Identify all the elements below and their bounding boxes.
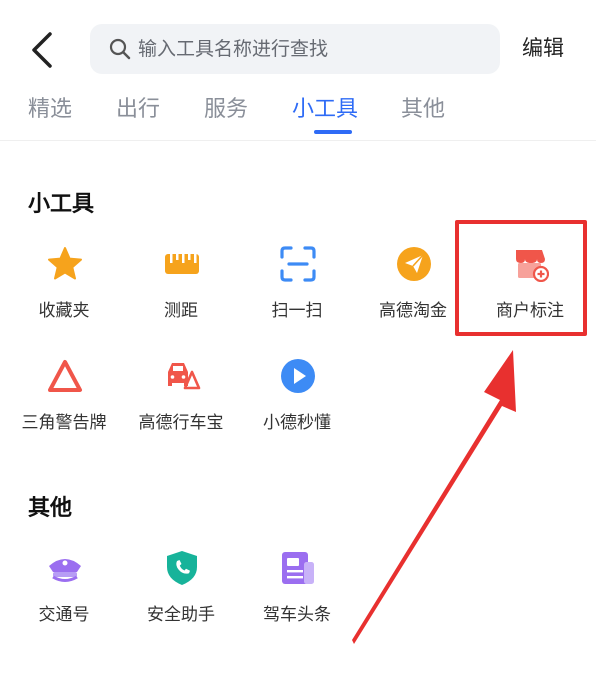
tab-tools[interactable]: 小工具 bbox=[292, 90, 358, 130]
tool-label: 安全助手 bbox=[147, 605, 215, 625]
tool-label: 交通号 bbox=[38, 605, 90, 625]
car-warning-icon bbox=[168, 363, 201, 390]
shield-phone-icon bbox=[167, 551, 197, 585]
tab-other[interactable]: 其他 bbox=[401, 90, 445, 130]
police-cap-icon bbox=[49, 559, 81, 582]
search-icon bbox=[109, 38, 131, 60]
tool-driving-assistant[interactable]: 高德行车宝 bbox=[123, 358, 239, 448]
edit-button[interactable]: 编辑 bbox=[522, 28, 564, 68]
tool-safety-assistant[interactable]: 安全助手 bbox=[123, 550, 239, 640]
section-title-other: 其他 bbox=[28, 496, 73, 521]
highlight-box bbox=[455, 220, 587, 336]
star-icon bbox=[48, 247, 82, 280]
active-tab-indicator bbox=[314, 130, 352, 134]
tab-services[interactable]: 服务 bbox=[204, 90, 248, 130]
back-arrow-icon[interactable] bbox=[26, 30, 62, 70]
tool-driving-news[interactable]: 驾车头条 bbox=[239, 550, 355, 640]
pointer-arrow-icon bbox=[352, 350, 516, 644]
tool-ruler[interactable]: 测距 bbox=[123, 246, 239, 336]
tool-scan[interactable]: 扫一扫 bbox=[239, 246, 355, 336]
tool-favorites[interactable]: 收藏夹 bbox=[6, 246, 122, 336]
tool-label: 收藏夹 bbox=[38, 301, 90, 321]
search-input[interactable]: 输入工具名称进行查找 bbox=[90, 24, 500, 74]
warning-triangle-icon bbox=[48, 360, 82, 392]
tool-label: 扫一扫 bbox=[271, 301, 323, 321]
tool-label: 小德秒懂 bbox=[263, 413, 331, 433]
tool-quick-explain[interactable]: 小德秒懂 bbox=[239, 358, 355, 448]
tool-warning-triangle[interactable]: 三角警告牌 bbox=[6, 358, 122, 448]
divider bbox=[0, 140, 596, 141]
category-tabs: 精选 出行 服务 小工具 其他 bbox=[0, 90, 596, 140]
tool-label: 高德淘金 bbox=[379, 301, 447, 321]
paper-plane-icon bbox=[397, 247, 431, 281]
tool-label: 高德行车宝 bbox=[138, 413, 224, 433]
top-bar: 输入工具名称进行查找 编辑 bbox=[0, 0, 596, 96]
section-title-tools: 小工具 bbox=[28, 192, 95, 217]
search-placeholder: 输入工具名称进行查找 bbox=[138, 38, 329, 60]
tab-featured[interactable]: 精选 bbox=[28, 90, 72, 130]
news-icon bbox=[282, 552, 314, 584]
tab-travel[interactable]: 出行 bbox=[116, 90, 160, 130]
tool-traffic-account[interactable]: 交通号 bbox=[6, 550, 122, 640]
tool-label: 三角警告牌 bbox=[21, 413, 107, 433]
tool-label: 测距 bbox=[164, 301, 198, 321]
tool-label: 驾车头条 bbox=[263, 605, 331, 625]
ruler-icon bbox=[165, 254, 199, 274]
play-icon bbox=[281, 359, 315, 393]
tool-gold-rush[interactable]: 高德淘金 bbox=[355, 246, 471, 336]
scan-icon bbox=[280, 246, 316, 282]
